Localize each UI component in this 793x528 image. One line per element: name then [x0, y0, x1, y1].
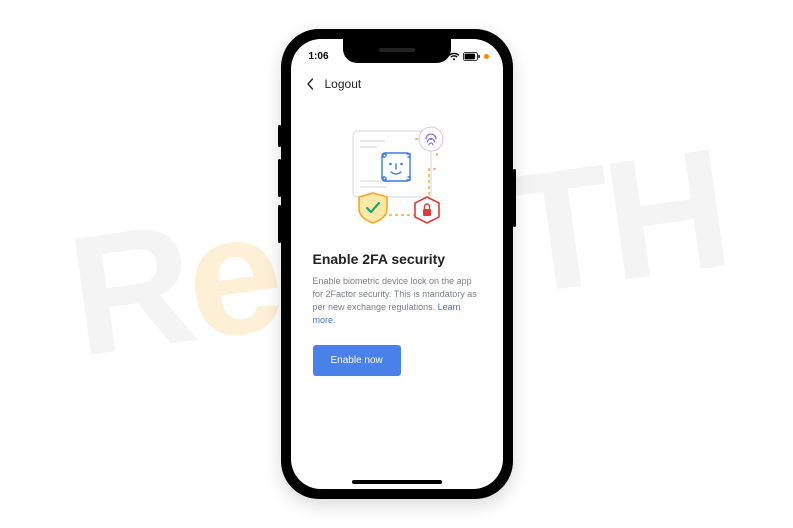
nav-bar: Logout	[291, 67, 503, 99]
page-heading: Enable 2FA security	[313, 251, 481, 267]
fingerprint-icon	[419, 127, 443, 151]
page-description: Enable biometric device lock on the app …	[313, 275, 481, 327]
face-id-icon	[382, 153, 410, 181]
chevron-left-icon	[306, 78, 314, 90]
enable-now-button[interactable]: Enable now	[313, 345, 401, 376]
home-indicator[interactable]	[352, 480, 442, 484]
status-time: 1:06	[309, 51, 329, 62]
nav-title: Logout	[325, 77, 362, 91]
shield-check-icon	[359, 193, 387, 223]
phone-frame: 1:06 Logout	[281, 29, 513, 499]
security-illustration	[327, 117, 467, 237]
lock-icon	[415, 197, 439, 223]
recording-indicator-icon	[484, 54, 489, 59]
back-button[interactable]	[305, 77, 315, 91]
notch	[343, 39, 451, 63]
battery-icon	[463, 52, 481, 61]
phone-screen: 1:06 Logout	[291, 39, 503, 489]
